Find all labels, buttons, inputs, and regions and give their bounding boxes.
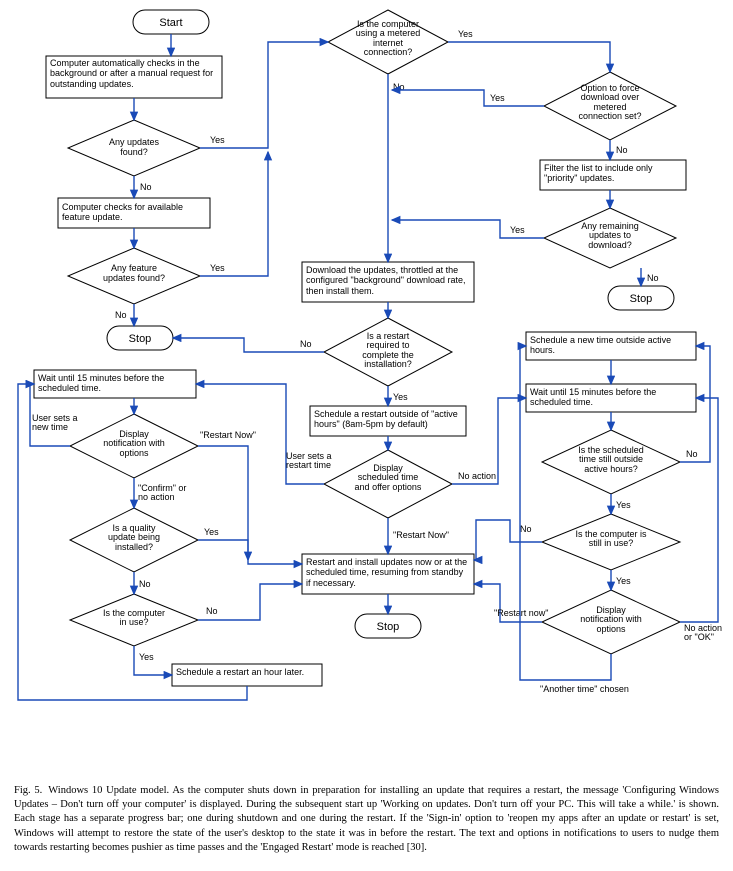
node-notif-right: Display notification with options — [542, 590, 680, 654]
caption-prefix: Fig. 5. — [14, 785, 48, 796]
svg-text:"Restart now": "Restart now" — [494, 608, 548, 618]
svg-text:"Another time" chosen: "Another time" chosen — [540, 684, 629, 694]
node-stop1: Stop — [107, 326, 173, 350]
svg-text:Stop: Stop — [377, 621, 400, 633]
node-force-option: Option to force download over metered co… — [544, 72, 676, 140]
node-start: Start — [133, 10, 209, 34]
check-text: Computer automatically checks in the bac… — [50, 58, 218, 89]
svg-text:Stop: Stop — [129, 333, 152, 345]
svg-text:No: No — [520, 524, 532, 534]
node-filter: Filter the list to include only "priorit… — [540, 160, 686, 190]
svg-text:Yes: Yes — [510, 225, 525, 235]
svg-text:No: No — [647, 273, 659, 283]
svg-text:Stop: Stop — [630, 293, 653, 305]
svg-text:Yes: Yes — [490, 93, 505, 103]
node-quality: Is a quality update being installed? — [70, 508, 198, 572]
node-any-remaining: Any remaining updates to download? — [544, 208, 676, 268]
node-schedule-active: Schedule a restart outside of "active ho… — [310, 406, 466, 436]
svg-text:No action: No action — [458, 471, 496, 481]
node-schedule-hour: Schedule a restart an hour later. — [172, 664, 322, 686]
node-restart-install: Restart and install updates now or at th… — [302, 554, 474, 594]
figure-caption: Fig. 5.Windows 10 Update model. As the c… — [0, 780, 733, 871]
node-inuse-right: Is the computer is still in use? — [542, 514, 680, 570]
svg-text:Yes: Yes — [616, 500, 631, 510]
svg-text:No: No — [300, 339, 312, 349]
flowchart: Start Computer automatically checks in t… — [0, 0, 733, 780]
node-feature-check: Computer checks for available feature up… — [58, 198, 210, 228]
svg-text:Yes: Yes — [139, 652, 154, 662]
node-download: Download the updates, throttled at the c… — [302, 262, 474, 302]
caption-body: Windows 10 Update model. As the computer… — [14, 785, 719, 853]
node-notif-left: Display notification with options — [70, 414, 198, 478]
node-inuse-left: Is the computer in use? — [70, 594, 198, 646]
node-restart-req: Is a restart required to complete the in… — [324, 318, 452, 386]
start-label: Start — [159, 17, 182, 29]
svg-text:Yes: Yes — [458, 29, 473, 39]
svg-text:No: No — [206, 606, 218, 616]
svg-text:Yes: Yes — [210, 263, 225, 273]
svg-text:No: No — [616, 145, 628, 155]
svg-text:"Restart Now": "Restart Now" — [393, 530, 449, 540]
svg-text:No: No — [115, 310, 127, 320]
node-check: Computer automatically checks in the bac… — [46, 56, 222, 98]
node-metered: Is the computer using a metered internet… — [328, 10, 448, 74]
node-schedule-new: Schedule a new time outside active hours… — [526, 332, 696, 360]
svg-text:No: No — [686, 449, 698, 459]
svg-text:Yes: Yes — [616, 576, 631, 586]
svg-text:Yes: Yes — [393, 392, 408, 402]
svg-text:Yes: Yes — [204, 527, 219, 537]
svg-text:No: No — [140, 182, 152, 192]
svg-text:No: No — [139, 579, 151, 589]
node-stop2: Stop — [608, 286, 674, 310]
node-stop3: Stop — [355, 614, 421, 638]
node-any-feature: Any feature updates found? — [68, 248, 200, 304]
node-display-sched: Display scheduled time and offer options — [324, 450, 452, 518]
svg-text:Yes: Yes — [210, 135, 225, 145]
svg-text:"Restart Now": "Restart Now" — [200, 430, 256, 440]
node-still-outside: Is the scheduled time still outside acti… — [542, 430, 680, 494]
node-wait15-left: Wait until 15 minutes before the schedul… — [34, 370, 196, 398]
node-wait15-right: Wait until 15 minutes before the schedul… — [526, 384, 696, 412]
node-any-updates: Any updates found? — [68, 120, 200, 176]
